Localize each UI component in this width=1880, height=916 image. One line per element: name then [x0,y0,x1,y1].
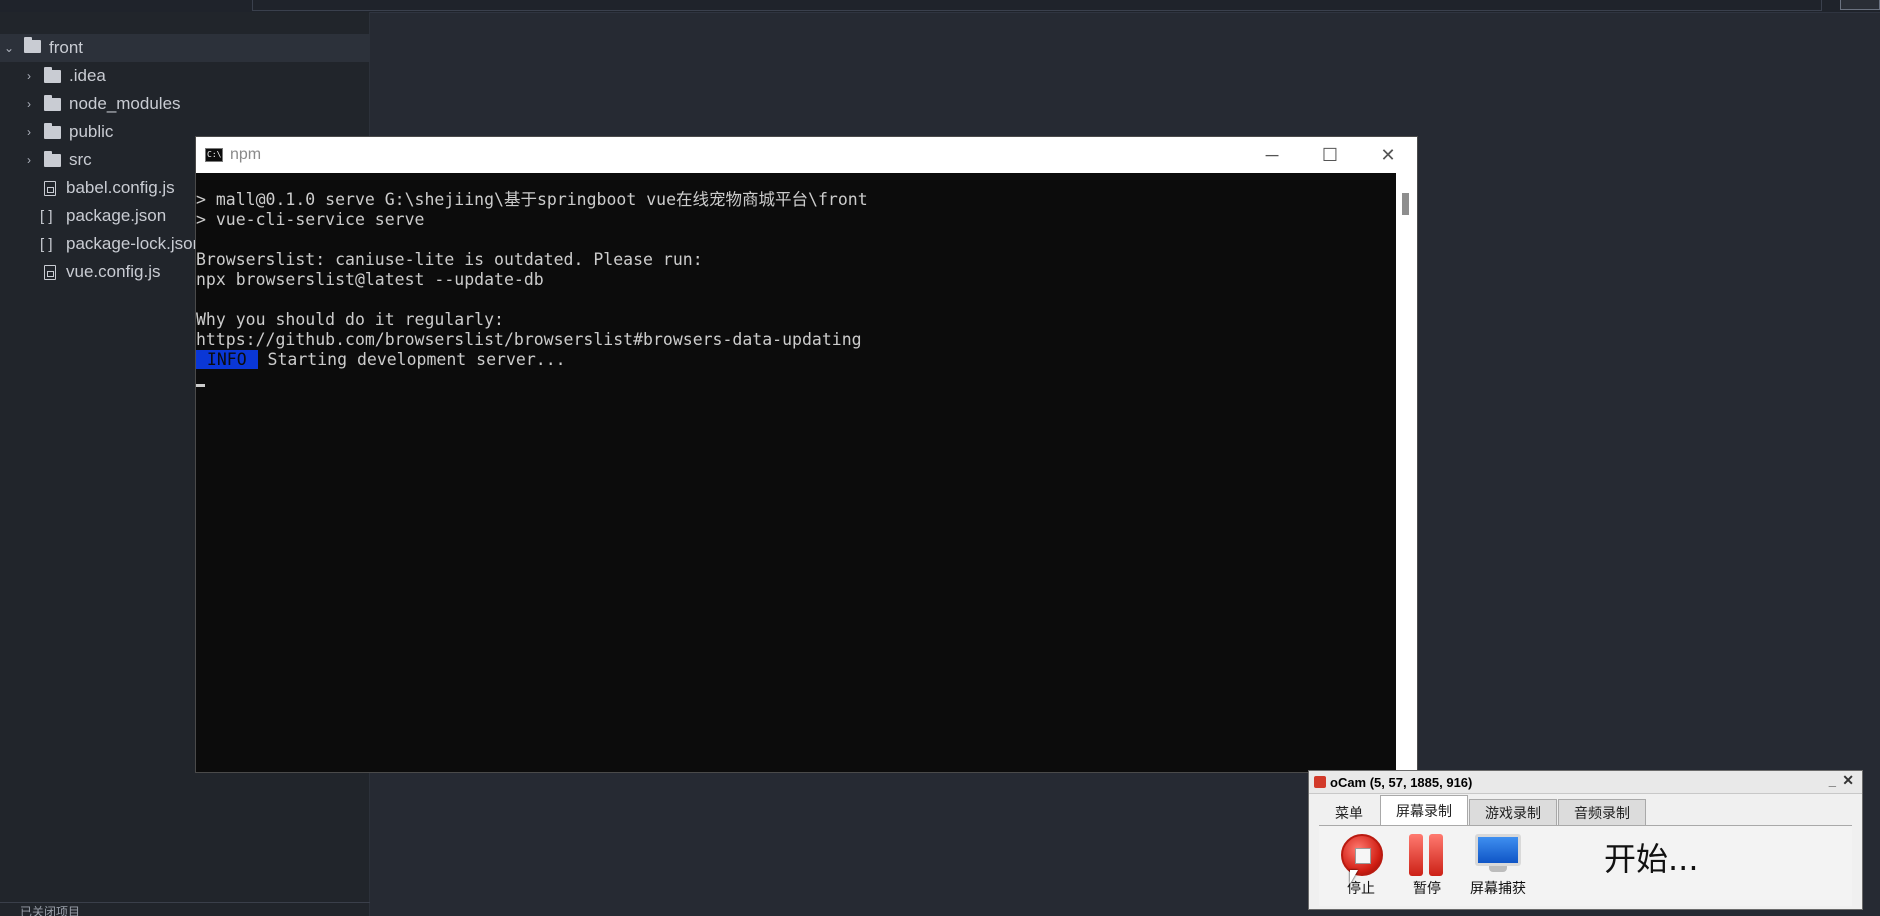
console-info-line: INFO Starting development server... [196,350,1396,370]
tab-screen-record[interactable]: 屏幕录制 [1380,795,1468,825]
stop-label: 停止 [1347,880,1375,896]
close-button[interactable]: ✕ [1359,137,1417,173]
screen-capture-button[interactable]: 屏幕捕获 [1461,832,1535,898]
pause-button[interactable]: 暂停 [1395,832,1459,898]
info-message: Starting development server... [257,350,566,369]
maximize-button[interactable]: ☐ [1301,137,1359,173]
js-file-icon [44,264,56,280]
json-file-icon: [ ] [40,207,53,225]
js-file-icon [44,180,56,196]
ocam-tabs: 菜单 屏幕录制 游戏录制 音频录制 [1319,795,1647,825]
ocam-window[interactable]: oCam (5, 57, 1885, 916) _ ✕ 菜单 屏幕录制 游戏录制… [1308,770,1863,910]
chevron-right-icon[interactable]: › [22,97,36,111]
window-title: npm [230,146,262,163]
chevron-right-icon[interactable]: › [22,125,36,139]
console-scrollbar[interactable] [1396,173,1417,773]
mouse-cursor-icon [1350,870,1358,884]
pause-label: 暂停 [1413,880,1441,896]
capture-label: 屏幕捕获 [1470,880,1526,896]
ocam-title-bar[interactable]: oCam (5, 57, 1885, 916) _ ✕ [1309,771,1862,794]
tab-game-record[interactable]: 游戏录制 [1469,799,1557,825]
console-line: > vue-cli-service serve [196,210,425,229]
ocam-panel: 停止 暂停 屏幕捕获 开始... [1319,825,1852,906]
console-line: Why you should do it regularly: [196,310,504,329]
scrollbar-thumb[interactable] [1402,193,1409,215]
cmd-icon: C:\. [205,148,226,162]
folder-icon [44,94,61,111]
tree-root-front[interactable]: ⌄ front [0,34,370,62]
json-file-icon: [ ] [40,235,53,253]
tree-item-label: public [69,122,114,141]
tree-item-label: src [69,150,92,169]
tree-item-node-modules[interactable]: › node_modules [0,90,370,118]
npm-title-bar[interactable]: C:\. npm ─ ☐ ✕ [196,137,1417,173]
path-bar[interactable] [252,0,1822,11]
monitor-stand [1489,866,1507,872]
folder-icon [44,150,61,167]
minimize-button[interactable]: ─ [1243,137,1301,173]
tree-item-label: babel.config.js [66,178,175,197]
closed-projects-bar[interactable]: 已关闭项目 [0,902,370,916]
pause-icon [1409,834,1447,876]
folder-icon [44,122,61,139]
chevron-right-icon[interactable]: › [22,153,36,167]
ocam-title: oCam (5, 57, 1885, 916) [1330,774,1473,790]
folder-icon [44,66,61,83]
tree-item-label: node_modules [69,94,181,113]
console-line: https://github.com/browserslist/browsers… [196,330,862,349]
info-badge: INFO [196,350,258,369]
npm-console-window[interactable]: C:\. npm ─ ☐ ✕ > mall@0.1.0 serve G:\she… [195,136,1418,773]
tree-item-idea[interactable]: › .idea [0,62,370,90]
root-folder-icon [24,36,41,57]
ocam-close-button[interactable]: ✕ [1842,772,1854,789]
tree-root-label: front [49,38,84,57]
console-output[interactable]: > mall@0.1.0 serve G:\shejiing\基于springb… [196,173,1396,773]
text-cursor [196,384,205,387]
tree-item-label: package-lock.json [66,234,203,253]
tab-menu[interactable]: 菜单 [1319,799,1379,825]
console-line: npx browserslist@latest --update-db [196,270,544,289]
stop-record-icon [1341,834,1383,876]
ocam-logo-icon [1314,776,1326,788]
recording-status: 开始... [1604,840,1699,878]
console-line: Browserslist: caniuse-lite is outdated. … [196,250,703,269]
ocam-minimize-button[interactable]: _ [1829,773,1836,788]
stop-button[interactable]: 停止 [1329,832,1393,898]
console-line: > mall@0.1.0 serve G:\shejiing\基于springb… [196,190,868,209]
tab-audio-record[interactable]: 音频录制 [1558,799,1646,825]
tree-item-label: vue.config.js [66,262,161,281]
tree-item-label: package.json [66,206,167,225]
monitor-icon [1475,834,1521,866]
chevron-down-icon[interactable]: ⌄ [2,41,16,55]
chevron-right-icon[interactable]: › [22,69,36,83]
tree-item-label: .idea [69,66,106,85]
toolbar-button[interactable] [1840,0,1880,10]
console-cursor-line [196,370,1396,390]
